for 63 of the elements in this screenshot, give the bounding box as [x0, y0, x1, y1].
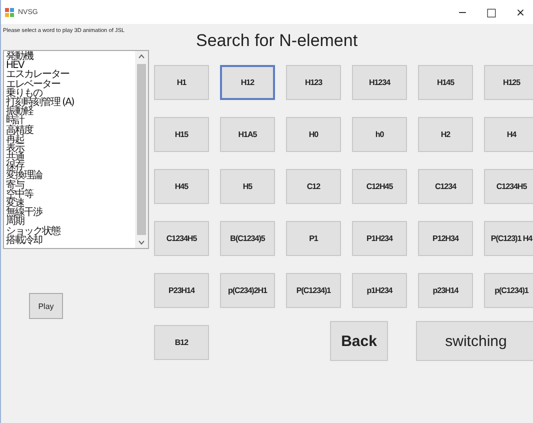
- app-icon: [5, 8, 14, 16]
- element-button[interactable]: C1234H5: [154, 221, 209, 256]
- element-button[interactable]: H123: [286, 65, 341, 100]
- list-item[interactable]: 共通: [6, 153, 133, 162]
- element-button[interactable]: P12H34: [418, 221, 473, 256]
- play-button[interactable]: Play: [29, 293, 63, 319]
- element-button[interactable]: P(C123)1 H4: [484, 221, 533, 256]
- element-button[interactable]: C1234H5: [484, 169, 533, 204]
- element-button[interactable]: H1: [154, 65, 209, 100]
- scroll-down-icon[interactable]: [138, 240, 145, 245]
- element-button[interactable]: H1234: [352, 65, 407, 100]
- element-button[interactable]: h0: [352, 117, 407, 152]
- list-item[interactable]: 乗りもの: [6, 88, 133, 98]
- element-button[interactable]: p(C1234)1: [484, 273, 533, 308]
- list-item[interactable]: 振動軽: [6, 107, 133, 116]
- element-button[interactable]: C12H45: [352, 169, 407, 204]
- element-button[interactable]: H2: [418, 117, 473, 152]
- element-button[interactable]: p1H234: [352, 273, 407, 308]
- scroll-thumb[interactable]: [137, 64, 146, 235]
- list-item[interactable]: 時計: [6, 116, 133, 126]
- list-item[interactable]: 変換理論: [6, 171, 133, 181]
- element-button[interactable]: H15: [154, 117, 209, 152]
- list-item[interactable]: 打刻時刻管理 (A): [6, 98, 133, 108]
- heading: Search for N-element: [196, 31, 359, 51]
- close-button[interactable]: ×: [508, 0, 533, 24]
- word-list[interactable]: 発動機 HEV エスカレーター エレベーター 乗りもの 打刻時刻管理 (A) 振動軽 時計 高精度 再起 表示 共通 保存 変換理論 寄与 空中等 変速 無線干渉 周期 ショック状態 搭載冷却: [3, 50, 149, 249]
- scrollbar[interactable]: [135, 51, 148, 248]
- element-button[interactable]: H45: [154, 169, 209, 204]
- back-button[interactable]: Back: [330, 321, 388, 361]
- element-button[interactable]: H4: [484, 117, 533, 152]
- list-item[interactable]: 再起: [6, 134, 133, 144]
- element-button[interactable]: H145: [418, 65, 473, 100]
- element-button[interactable]: H125: [484, 65, 533, 100]
- element-button[interactable]: B(C1234)5: [220, 221, 275, 256]
- minimize-button[interactable]: −: [450, 0, 475, 24]
- element-button[interactable]: H1A5: [220, 117, 275, 152]
- list-item[interactable]: 空中等: [6, 190, 133, 199]
- element-button[interactable]: P23H14: [154, 273, 209, 308]
- list-item[interactable]: 無線干渉: [6, 208, 133, 218]
- element-button[interactable]: p23H14: [418, 273, 473, 308]
- list-item[interactable]: 発動機: [6, 52, 133, 62]
- list-item[interactable]: 高精度: [6, 126, 133, 135]
- list-item[interactable]: 寄与: [6, 180, 133, 190]
- element-button[interactable]: P1H234: [352, 221, 407, 256]
- list-item[interactable]: HEV: [6, 61, 133, 70]
- list-item[interactable]: 周期: [6, 217, 133, 227]
- element-button[interactable]: p(C234)2H1: [220, 273, 275, 308]
- element-button[interactable]: P(C1234)1: [286, 273, 341, 308]
- element-button[interactable]: C12: [286, 169, 341, 204]
- list-item[interactable]: 表示: [6, 144, 133, 154]
- list-item[interactable]: エスカレーター: [6, 70, 133, 80]
- element-button[interactable]: H12: [220, 65, 275, 100]
- maximize-button[interactable]: □: [479, 0, 504, 24]
- element-button[interactable]: H0: [286, 117, 341, 152]
- list-item[interactable]: ショック状態: [6, 226, 133, 236]
- element-button[interactable]: P1: [286, 221, 341, 256]
- switching-button[interactable]: switching: [416, 321, 533, 361]
- element-button[interactable]: B12: [154, 325, 209, 360]
- list-item[interactable]: エレベーター: [6, 80, 133, 89]
- element-button[interactable]: C1234: [418, 169, 473, 204]
- element-button[interactable]: H5: [220, 169, 275, 204]
- list-item[interactable]: 搭載冷却: [6, 236, 133, 245]
- scroll-up-icon[interactable]: [138, 54, 145, 59]
